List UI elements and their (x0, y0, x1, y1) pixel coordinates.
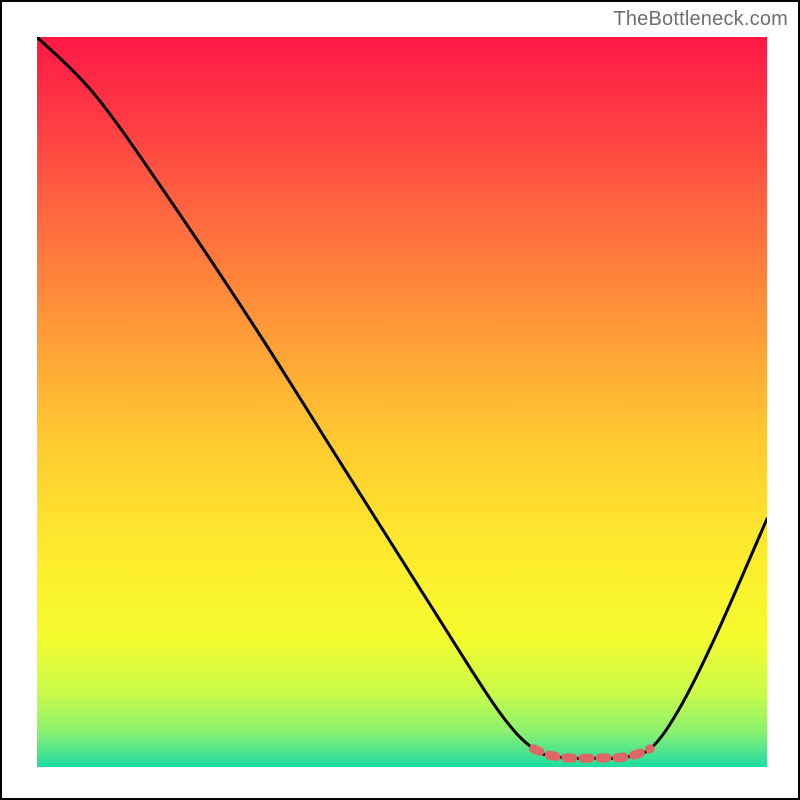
gradient-background (37, 37, 767, 767)
chart-frame: TheBottleneck.com (0, 0, 800, 800)
bottleneck-curve (37, 37, 767, 758)
watermark-text: TheBottleneck.com (613, 8, 788, 31)
optimal-range-marker (533, 749, 650, 759)
chart-svg (37, 37, 767, 767)
plot-area (37, 37, 767, 767)
